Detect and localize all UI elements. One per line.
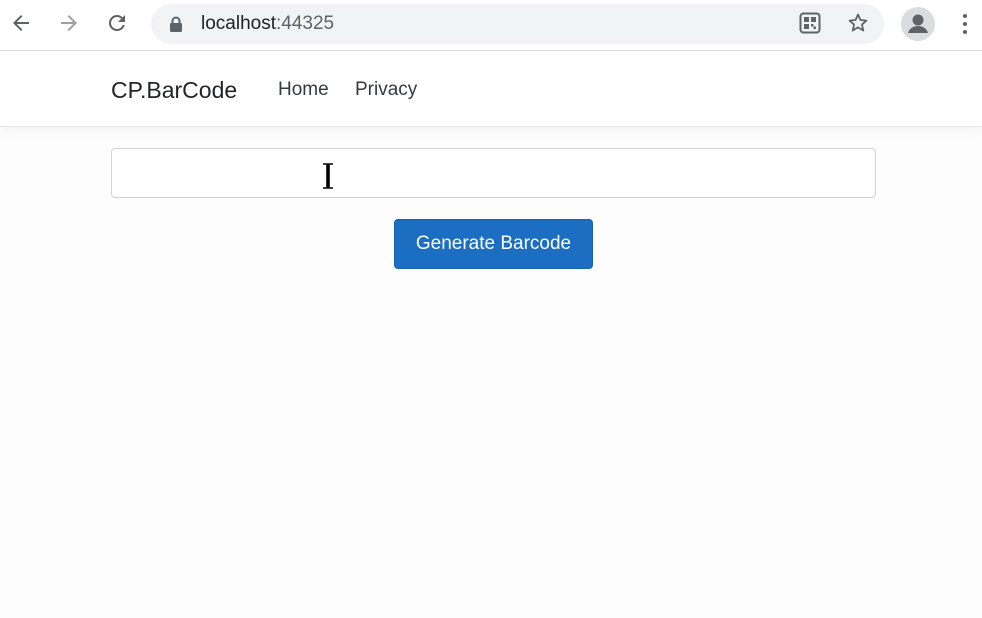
bookmark-button[interactable] [846, 13, 870, 37]
barcode-text-input[interactable] [111, 148, 876, 198]
forward-button[interactable] [57, 11, 81, 35]
star-icon [846, 11, 870, 40]
profile-icon [901, 14, 935, 41]
reload-icon [105, 11, 129, 35]
qr-code-button[interactable] [798, 11, 822, 40]
generate-barcode-button[interactable]: Generate Barcode [394, 219, 593, 269]
qr-code-icon [798, 11, 822, 40]
url-port: :44325 [276, 13, 335, 34]
arrow-right-icon [57, 11, 81, 35]
lock-icon[interactable] [169, 16, 183, 38]
nav-link-privacy[interactable]: Privacy [355, 78, 417, 102]
address-url[interactable]: localhost:44325 [201, 14, 334, 34]
back-button[interactable] [9, 11, 33, 35]
nav-link-home[interactable]: Home [278, 78, 329, 102]
arrow-left-icon [9, 11, 33, 35]
site-navbar: CP.BarCode Home Privacy [0, 51, 982, 127]
address-bar[interactable]: localhost:44325 [151, 4, 884, 44]
more-vertical-icon[interactable] [956, 12, 976, 36]
profile-button[interactable] [901, 7, 935, 41]
reload-button[interactable] [105, 11, 129, 35]
browser-toolbar: localhost:44325 [0, 0, 982, 51]
url-host: localhost [201, 13, 276, 34]
brand-link[interactable]: CP.BarCode [111, 76, 237, 104]
